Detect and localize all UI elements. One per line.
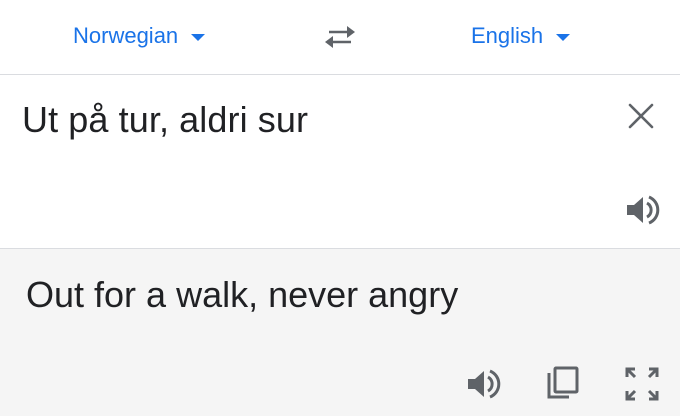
swap-languages-button[interactable] xyxy=(322,20,358,52)
language-bar: Norwegian English xyxy=(0,0,680,75)
result-panel: Out for a walk, never angry xyxy=(0,249,680,416)
source-text-input[interactable]: Ut på tur, aldri sur xyxy=(22,99,308,141)
chevron-down-icon xyxy=(556,34,571,41)
speaker-icon xyxy=(468,369,501,399)
target-language-selector[interactable]: English xyxy=(471,20,571,52)
clear-text-button[interactable] xyxy=(624,99,658,133)
close-icon xyxy=(628,103,654,129)
copy-translation-button[interactable] xyxy=(545,365,581,403)
chevron-down-icon xyxy=(191,34,206,41)
listen-translation-button[interactable] xyxy=(465,366,501,402)
copy-icon xyxy=(547,366,579,399)
swap-arrows-icon xyxy=(325,26,355,48)
translation-result-text: Out for a walk, never angry xyxy=(26,274,459,315)
fullscreen-icon xyxy=(625,367,659,401)
source-language-label: Norwegian xyxy=(73,23,179,48)
translate-app: Norwegian English Ut på tur, aldri sur O… xyxy=(0,0,680,416)
fullscreen-button[interactable] xyxy=(624,366,660,402)
target-language-label: English xyxy=(471,23,544,48)
speaker-icon xyxy=(627,195,660,225)
source-panel: Ut på tur, aldri sur xyxy=(0,75,680,249)
listen-source-button[interactable] xyxy=(624,192,660,228)
source-language-selector[interactable]: Norwegian xyxy=(73,20,206,52)
